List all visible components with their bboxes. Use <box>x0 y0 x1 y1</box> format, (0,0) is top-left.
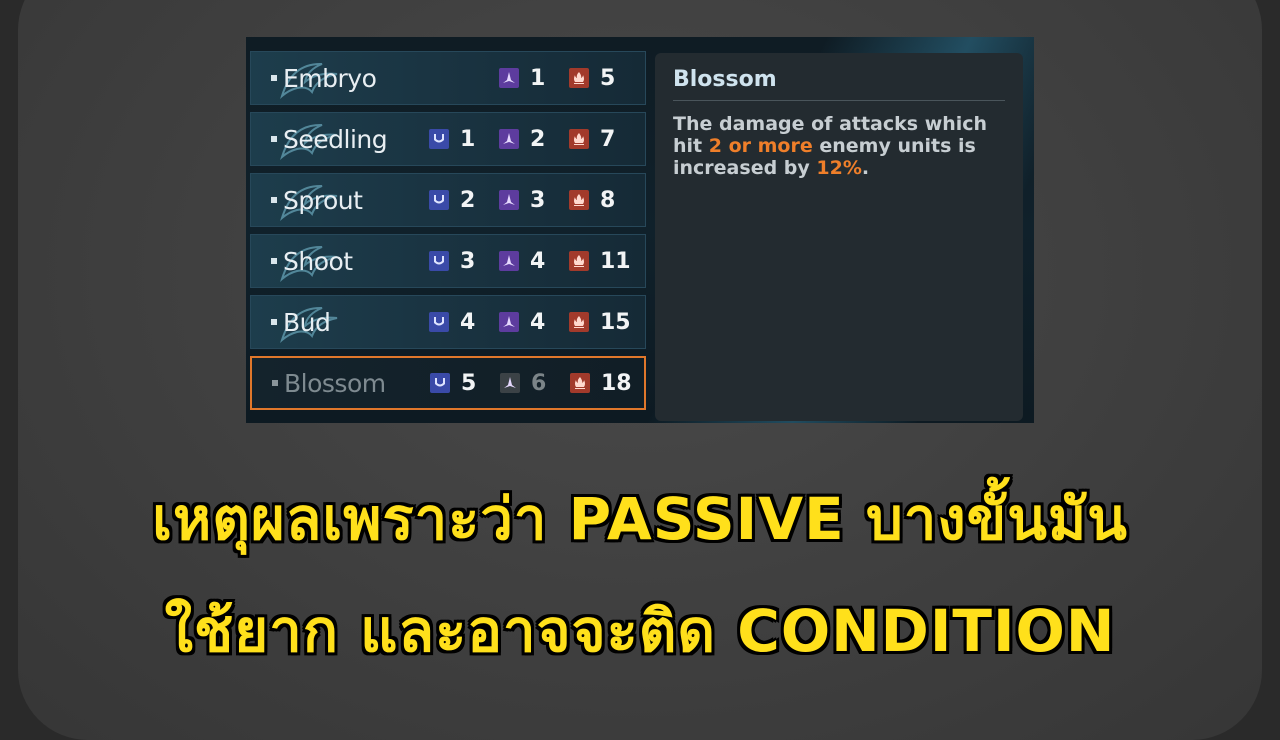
stat-shield: 3 <box>429 249 499 274</box>
stat-fire: 5 <box>569 66 639 91</box>
blade-icon <box>499 251 519 271</box>
stat-blade: 4 <box>499 249 569 274</box>
stat-value: 18 <box>601 370 632 396</box>
tier-stats: 2 3 8 <box>429 174 639 226</box>
bullet-icon <box>272 380 278 386</box>
stat-shield: 4 <box>429 310 499 335</box>
stat-shield: 2 <box>429 188 499 213</box>
shield-icon <box>429 129 449 149</box>
stat-blade: 1 <box>499 66 569 91</box>
tier-row-embryo[interactable]: Embryo 1 5 <box>250 51 646 105</box>
fire-icon <box>569 251 589 271</box>
stat-fire: 15 <box>569 310 639 335</box>
blade-icon <box>500 373 520 393</box>
tier-row-blossom[interactable]: Blossom 5 6 18 <box>250 356 646 410</box>
tier-stats: 5 6 18 <box>430 358 640 408</box>
stat-fire: 18 <box>570 371 640 396</box>
shield-icon <box>430 373 450 393</box>
tier-stats: 1 2 7 <box>429 113 639 165</box>
fire-icon <box>569 129 589 149</box>
stat-value: 4 <box>530 248 546 274</box>
stat-shield: 1 <box>429 127 499 152</box>
tier-row-seedling[interactable]: Seedling 1 2 7 <box>250 112 646 166</box>
tier-list: Embryo 1 5 Seedling 1 2 7 Sprout 2 3 8 Shoot 3 4 11 Bud… <box>250 51 646 417</box>
fire-icon <box>570 373 590 393</box>
tooltip-description: The damage of attacks which hit 2 or mor… <box>673 113 1005 179</box>
tier-name: Sprout <box>283 185 363 215</box>
tooltip-title: Blossom <box>673 67 1005 101</box>
stat-blade: 3 <box>499 188 569 213</box>
tier-stats: 15 <box>429 52 639 104</box>
stat-value: 1 <box>460 126 476 152</box>
stat-value: 6 <box>531 370 547 396</box>
tier-name: Bud <box>283 307 331 337</box>
stat-value: 15 <box>600 309 631 335</box>
tooltip-highlight-percent: 12% <box>816 157 862 179</box>
stat-value: 4 <box>530 309 546 335</box>
stat-value: 4 <box>460 309 476 335</box>
stat-value: 3 <box>460 248 476 274</box>
stat-blade: 4 <box>499 310 569 335</box>
stat-value: 2 <box>460 187 476 213</box>
blade-icon <box>499 190 519 210</box>
stat-value: 2 <box>530 126 546 152</box>
stat-value: 8 <box>600 187 616 213</box>
tier-stats: 3 4 11 <box>429 235 639 287</box>
tier-stats: 4 4 15 <box>429 296 639 348</box>
tooltip-highlight-targets: 2 or more <box>708 135 813 157</box>
stat-blade: 2 <box>499 127 569 152</box>
blade-icon <box>499 312 519 332</box>
tier-name: Shoot <box>283 246 353 276</box>
stat-fire: 11 <box>569 249 639 274</box>
tier-tooltip: Blossom The damage of attacks which hit … <box>655 53 1023 421</box>
game-screenshot-panel: Embryo 1 5 Seedling 1 2 7 Sprout 2 3 8 Shoot 3 4 11 Bud… <box>246 37 1034 423</box>
stat-value: 7 <box>600 126 616 152</box>
fire-icon <box>569 312 589 332</box>
shield-icon <box>429 251 449 271</box>
tier-row-shoot[interactable]: Shoot 3 4 11 <box>250 234 646 288</box>
stat-value: 5 <box>461 370 477 396</box>
stat-blade: 6 <box>500 371 570 396</box>
caption-line-2: ใช้ยาก และอาจจะติด CONDITION <box>164 597 1116 665</box>
stat-fire: 7 <box>569 127 639 152</box>
stat-value: 11 <box>600 248 631 274</box>
tier-name: Embryo <box>283 63 377 93</box>
stat-shield: 5 <box>430 371 500 396</box>
fire-icon <box>569 190 589 210</box>
stat-fire: 8 <box>569 188 639 213</box>
tier-row-sprout[interactable]: Sprout 2 3 8 <box>250 173 646 227</box>
fire-icon <box>569 68 589 88</box>
shield-icon <box>429 190 449 210</box>
stat-value: 3 <box>530 187 546 213</box>
tooltip-text: . <box>861 157 870 179</box>
blade-icon <box>499 68 519 88</box>
blade-icon <box>499 129 519 149</box>
tier-name: Seedling <box>283 124 388 154</box>
shield-icon <box>429 312 449 332</box>
stat-value: 1 <box>530 65 546 91</box>
stat-value: 5 <box>600 65 616 91</box>
tier-name: Blossom <box>284 368 386 398</box>
tier-row-bud[interactable]: Bud 4 4 15 <box>250 295 646 349</box>
caption-line-1: เหตุผลเพราะว่า PASSIVE บางขั้นมัน <box>152 485 1128 553</box>
